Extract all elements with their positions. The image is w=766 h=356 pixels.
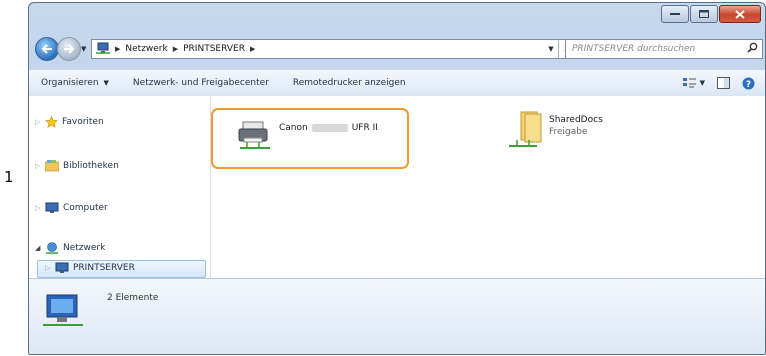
collapse-icon[interactable]: ◢ [35,244,45,252]
breadcrumb-printserver[interactable]: PRINTSERVER [183,44,245,54]
caption-buttons [660,5,761,23]
nav-label-libraries: Bibliotheken [63,161,119,171]
expand-icon[interactable]: ▷ [35,118,45,126]
back-button[interactable] [35,37,59,61]
shared-folder-name: SharedDocs [549,115,603,125]
svg-text:?: ? [746,80,751,90]
explorer-window: ▼ ▶ Netzwerk ▶ PRINTSERVER ▶ ▼ PRINTSERV… [28,2,766,355]
network-center-button[interactable]: Netzwerk- und Freigabecenter [121,78,281,88]
minimize-button[interactable] [661,5,689,23]
search-box[interactable]: PRINTSERVER durchsuchen [565,39,763,59]
nav-label-network: Netzwerk [63,243,106,253]
expand-icon[interactable]: ▷ [45,264,55,272]
nav-label-printserver: PRINTSERVER [73,263,135,273]
close-icon [735,9,745,19]
callout-number: 1 [4,168,14,186]
breadcrumb-separator[interactable]: ▶ [115,45,120,53]
breadcrumb-separator[interactable]: ▶ [250,45,255,53]
details-pane: 2 Elemente [29,278,765,354]
maximize-button[interactable] [690,5,718,23]
navigation-pane: ▷ Favoriten ▷ Bibliotheken ▷ Computer ◢ [29,96,211,278]
organize-label: Organisieren [41,78,99,88]
address-bar[interactable]: ▶ Netzwerk ▶ PRINTSERVER ▶ ▼ [91,39,580,59]
preview-pane-button[interactable] [717,77,730,89]
view-options-button[interactable]: ▼ [682,77,705,89]
shared-folder-item[interactable]: SharedDocs Freigabe [507,110,603,153]
nav-item-favorites[interactable]: ▷ Favoriten [35,116,104,128]
expand-icon[interactable]: ▷ [35,162,45,170]
command-bar: Organisieren ▼ Netzwerk- und Freigabecent… [29,69,765,97]
maximize-icon [699,10,709,18]
computer-icon [43,291,83,332]
back-arrow-icon [41,44,52,54]
nav-item-libraries[interactable]: ▷ Bibliotheken [35,160,119,172]
forward-arrow-icon [64,44,75,54]
nav-item-network[interactable]: ◢ Netzwerk [35,242,105,254]
star-icon [45,116,58,128]
shared-folder-type: Freigabe [549,127,588,137]
view-options-icon [682,78,696,88]
minimize-icon [670,13,680,15]
address-row: ▼ ▶ Netzwerk ▶ PRINTSERVER ▶ ▼ PRINTSERV… [33,36,763,61]
search-input[interactable]: PRINTSERVER durchsuchen [572,44,747,54]
network-icon [96,42,110,57]
shared-folder-icon [507,110,543,153]
printer-highlight-frame [211,108,409,169]
breadcrumb-separator[interactable]: ▶ [173,45,178,53]
computer-icon [45,202,59,214]
help-button[interactable]: ? [742,77,755,90]
nav-item-computer[interactable]: ▷ Computer [35,202,108,214]
computer-icon [55,262,69,274]
nav-label-favorites: Favoriten [62,117,104,127]
help-icon: ? [742,77,755,90]
item-count: 2 Elemente [107,293,159,303]
chevron-down-icon: ▼ [699,79,705,87]
search-icon[interactable] [747,42,758,56]
network-icon [45,242,59,254]
library-icon [45,160,59,172]
organize-button[interactable]: Organisieren ▼ [29,78,121,88]
expand-icon[interactable]: ▷ [35,204,45,212]
forward-button[interactable] [57,37,81,61]
nav-label-computer: Computer [63,203,108,213]
recent-pages-dropdown[interactable]: ▼ [81,45,86,53]
preview-pane-icon [717,77,730,89]
close-button[interactable] [719,5,761,23]
address-dropdown[interactable]: ▼ [544,45,558,53]
breadcrumb-network[interactable]: Netzwerk [125,44,167,54]
chevron-down-icon: ▼ [103,79,109,87]
remote-printers-button[interactable]: Remotedrucker anzeigen [281,78,418,88]
nav-item-printserver[interactable]: ▷ PRINTSERVER [45,262,135,274]
